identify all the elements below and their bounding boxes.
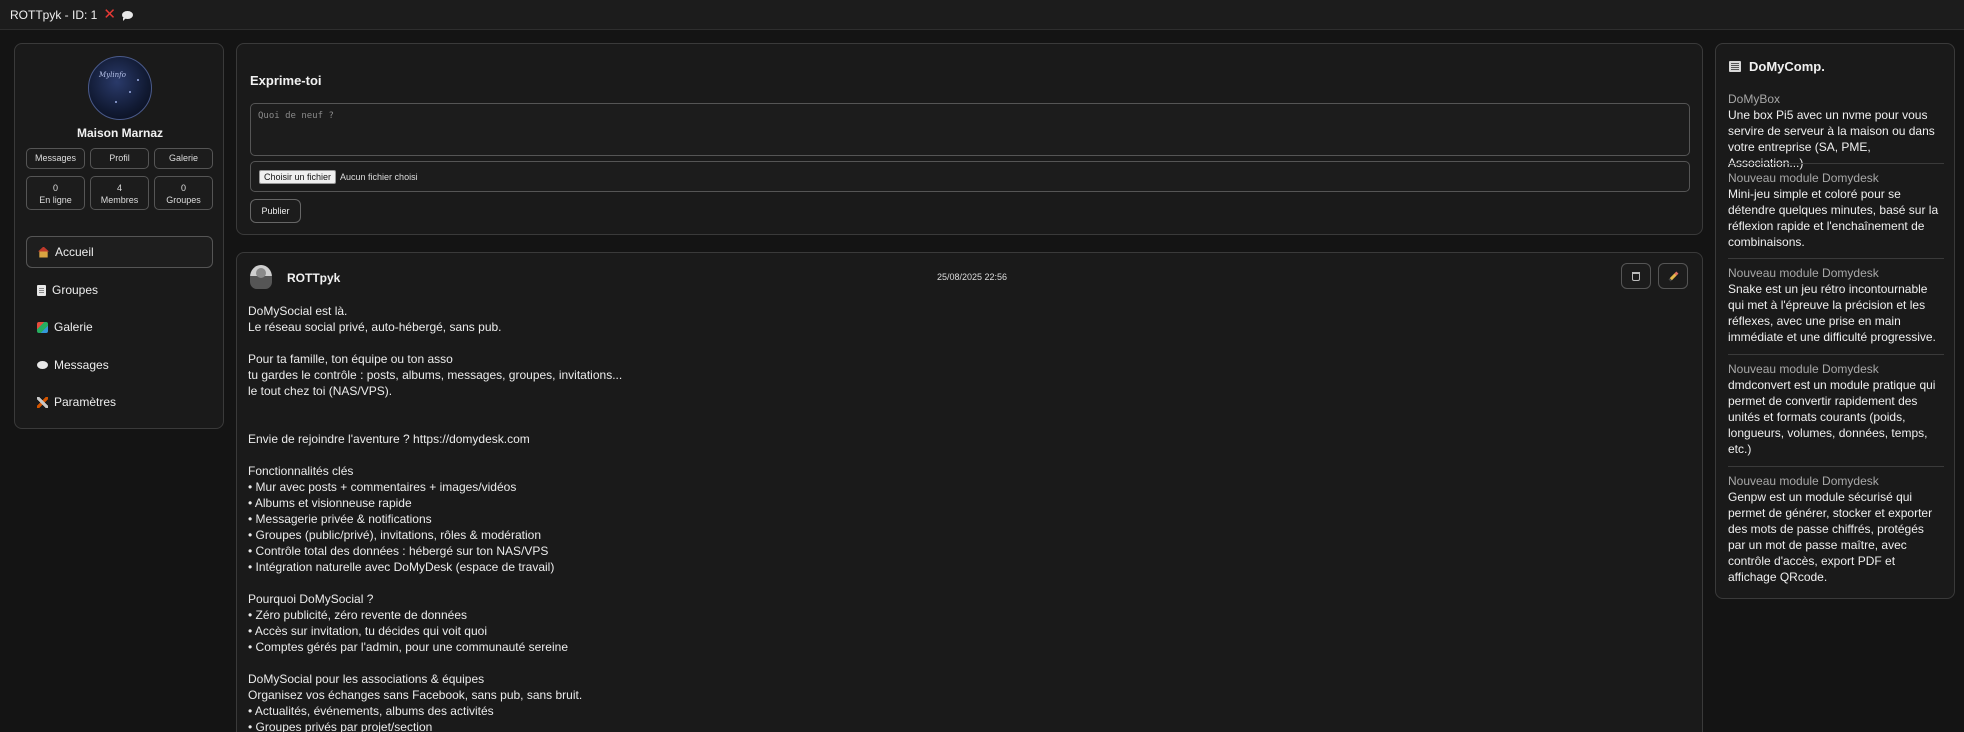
gallery-icon bbox=[37, 321, 48, 333]
news-item-title: Nouveau module Domydesk bbox=[1728, 171, 1879, 185]
stat-value: 4 bbox=[116, 183, 122, 193]
news-item-desc: Mini-jeu simple et coloré pour se détend… bbox=[1728, 187, 1939, 249]
post-body: DoMySocial est là. Le réseau social priv… bbox=[248, 304, 623, 732]
newspaper-icon bbox=[1729, 61, 1741, 72]
delete-button[interactable] bbox=[1621, 263, 1651, 289]
news-header: DoMyComp. bbox=[1729, 59, 1825, 74]
nav-label: Accueil bbox=[55, 245, 94, 259]
publish-button[interactable]: Publier bbox=[250, 199, 301, 223]
profile-button[interactable]: Profil bbox=[90, 148, 149, 169]
news-item-desc: dmdconvert est un module pratique qui pe… bbox=[1728, 378, 1936, 456]
pencil-icon bbox=[1668, 271, 1678, 281]
news-item-desc: Snake est un jeu rétro incontournable qu… bbox=[1728, 282, 1936, 344]
profile-sidebar: Mylinfo Maison Marnaz Messages Profil Ga… bbox=[14, 43, 224, 429]
profile-name: Maison Marnaz bbox=[76, 126, 163, 140]
file-input[interactable]: Choisir un fichier Aucun fichier choisi bbox=[250, 161, 1690, 192]
window-title: ROTTpyk - ID: 1 bbox=[10, 7, 98, 22]
nav-label: Groupes bbox=[52, 283, 99, 297]
divider bbox=[1728, 163, 1944, 164]
nav-item-accueil[interactable]: Accueil bbox=[26, 236, 213, 268]
news-item-desc: Une box Pi5 avec un nvme pour vous servi… bbox=[1728, 108, 1935, 170]
stat-value: 0 bbox=[52, 183, 58, 193]
author-avatar[interactable] bbox=[250, 265, 272, 289]
title-bar: ROTTpyk - ID: 1 ✕ bbox=[0, 0, 1964, 30]
nav-item-groupes[interactable]: Groupes bbox=[26, 274, 213, 306]
news-item-desc: Genpw est un module sécurisé qui permet … bbox=[1728, 490, 1933, 584]
news-item[interactable]: Nouveau module Domydesk Snake est un jeu… bbox=[1728, 265, 1944, 345]
news-item[interactable]: Nouveau module Domydesk Mini-jeu simple … bbox=[1728, 170, 1944, 250]
gallery-button[interactable]: Galerie bbox=[154, 148, 213, 169]
stat-groups: 0 Groupes bbox=[154, 176, 213, 210]
news-item-title: Nouveau module Domydesk bbox=[1728, 266, 1879, 280]
trash-icon bbox=[1632, 271, 1640, 281]
divider bbox=[1728, 258, 1944, 259]
document-icon bbox=[37, 284, 46, 296]
post-textarea[interactable]: Quoi de neuf ? bbox=[250, 103, 1690, 156]
post-author[interactable]: ROTTpyk bbox=[287, 271, 340, 285]
nav-label: Paramètres bbox=[54, 395, 117, 409]
speech-bubble-icon bbox=[37, 361, 48, 369]
close-icon[interactable]: ✕ bbox=[103, 7, 116, 22]
nav-item-messages[interactable]: Messages bbox=[26, 349, 213, 381]
news-item-title: DoMyBox bbox=[1728, 92, 1781, 106]
divider bbox=[1728, 354, 1944, 355]
news-title: DoMyComp. bbox=[1749, 59, 1825, 74]
post-composer: Exprime-toi Quoi de neuf ? Choisir un fi… bbox=[236, 43, 1703, 235]
choose-file-button[interactable]: Choisir un fichier bbox=[259, 169, 337, 184]
post-card: ROTTpyk 25/08/2025 22:56 DoMySocial est … bbox=[236, 252, 1703, 732]
stat-value: 0 bbox=[180, 183, 186, 193]
edit-button[interactable] bbox=[1658, 263, 1688, 289]
news-item[interactable]: Nouveau module Domydesk dmdconvert est u… bbox=[1728, 361, 1944, 457]
divider bbox=[1728, 466, 1944, 467]
news-item[interactable]: DoMyBox Une box Pi5 avec un nvme pour vo… bbox=[1728, 91, 1944, 171]
post-date: 25/08/2025 22:56 bbox=[937, 272, 1008, 282]
news-sidebar: DoMyComp. DoMyBox Une box Pi5 avec un nv… bbox=[1715, 43, 1955, 599]
home-icon bbox=[38, 246, 49, 258]
stat-label: Groupes bbox=[166, 195, 201, 205]
nav-item-galerie[interactable]: Galerie bbox=[26, 311, 213, 343]
avatar-logo: Mylinfo bbox=[99, 71, 126, 79]
avatar[interactable]: Mylinfo bbox=[88, 56, 152, 120]
file-name-label: Aucun fichier choisi bbox=[340, 171, 418, 182]
news-item-title: Nouveau module Domydesk bbox=[1728, 474, 1879, 488]
composer-title: Exprime-toi bbox=[250, 73, 322, 88]
nav-item-parametres[interactable]: Paramètres bbox=[26, 386, 213, 418]
speech-bubble-icon[interactable] bbox=[121, 10, 133, 21]
stat-online: 0 En ligne bbox=[26, 176, 85, 210]
news-item[interactable]: Nouveau module Domydesk Genpw est un mod… bbox=[1728, 473, 1944, 585]
stat-label: Membres bbox=[100, 195, 139, 205]
stat-label: En ligne bbox=[39, 195, 72, 205]
tools-icon bbox=[37, 396, 48, 408]
nav-label: Messages bbox=[54, 358, 109, 372]
messages-button[interactable]: Messages bbox=[26, 148, 85, 169]
news-item-title: Nouveau module Domydesk bbox=[1728, 362, 1879, 376]
nav-label: Galerie bbox=[54, 320, 93, 334]
stat-members: 4 Membres bbox=[90, 176, 149, 210]
